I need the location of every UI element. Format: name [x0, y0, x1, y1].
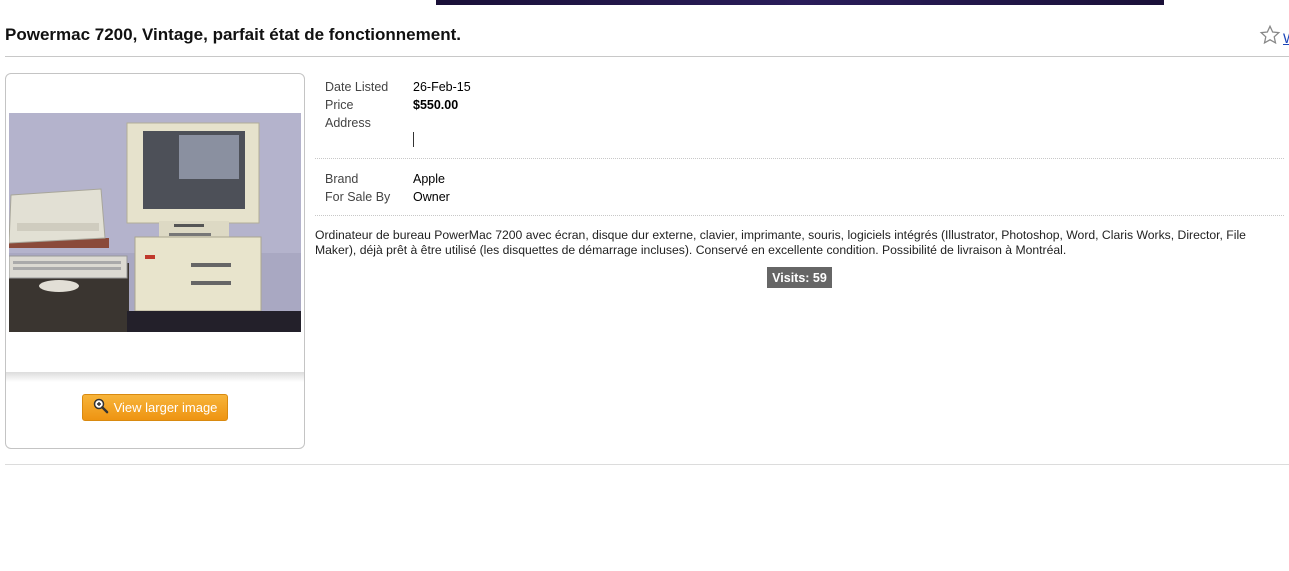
for-sale-by-label: For Sale By [325, 190, 391, 204]
panel-shadow [6, 372, 304, 382]
address-value [413, 132, 414, 147]
star-outline-icon[interactable] [1259, 24, 1281, 51]
view-larger-image-button[interactable]: View larger image [82, 394, 228, 421]
date-listed-value: 26-Feb-15 [413, 80, 471, 94]
price-label: Price [325, 98, 354, 112]
image-panel: View larger image [5, 73, 305, 449]
brand-label: Brand [325, 172, 359, 186]
listing-title: Powermac 7200, Vintage, parfait état de … [5, 25, 461, 44]
listing-description: Ordinateur de bureau PowerMac 7200 avec … [315, 228, 1246, 257]
visits-badge: Visits: 59 [767, 267, 832, 288]
view-larger-image-label: View larger image [113, 400, 218, 415]
details-separator [315, 158, 1284, 159]
title-divider [5, 56, 1289, 57]
address-label: Address [325, 116, 371, 130]
watch-control[interactable]: W [1259, 24, 1289, 51]
price-value: $550.00 [413, 98, 459, 112]
brand-value: Apple [413, 172, 445, 186]
listing-photo[interactable] [9, 113, 301, 332]
description-separator [315, 215, 1284, 216]
watch-link[interactable]: W [1283, 30, 1289, 46]
date-listed-label: Date Listed [325, 80, 389, 94]
magnifier-plus-icon [93, 398, 109, 417]
bottom-divider [5, 464, 1289, 465]
top-banner [436, 0, 1164, 5]
for-sale-by-value: Owner [413, 190, 450, 204]
